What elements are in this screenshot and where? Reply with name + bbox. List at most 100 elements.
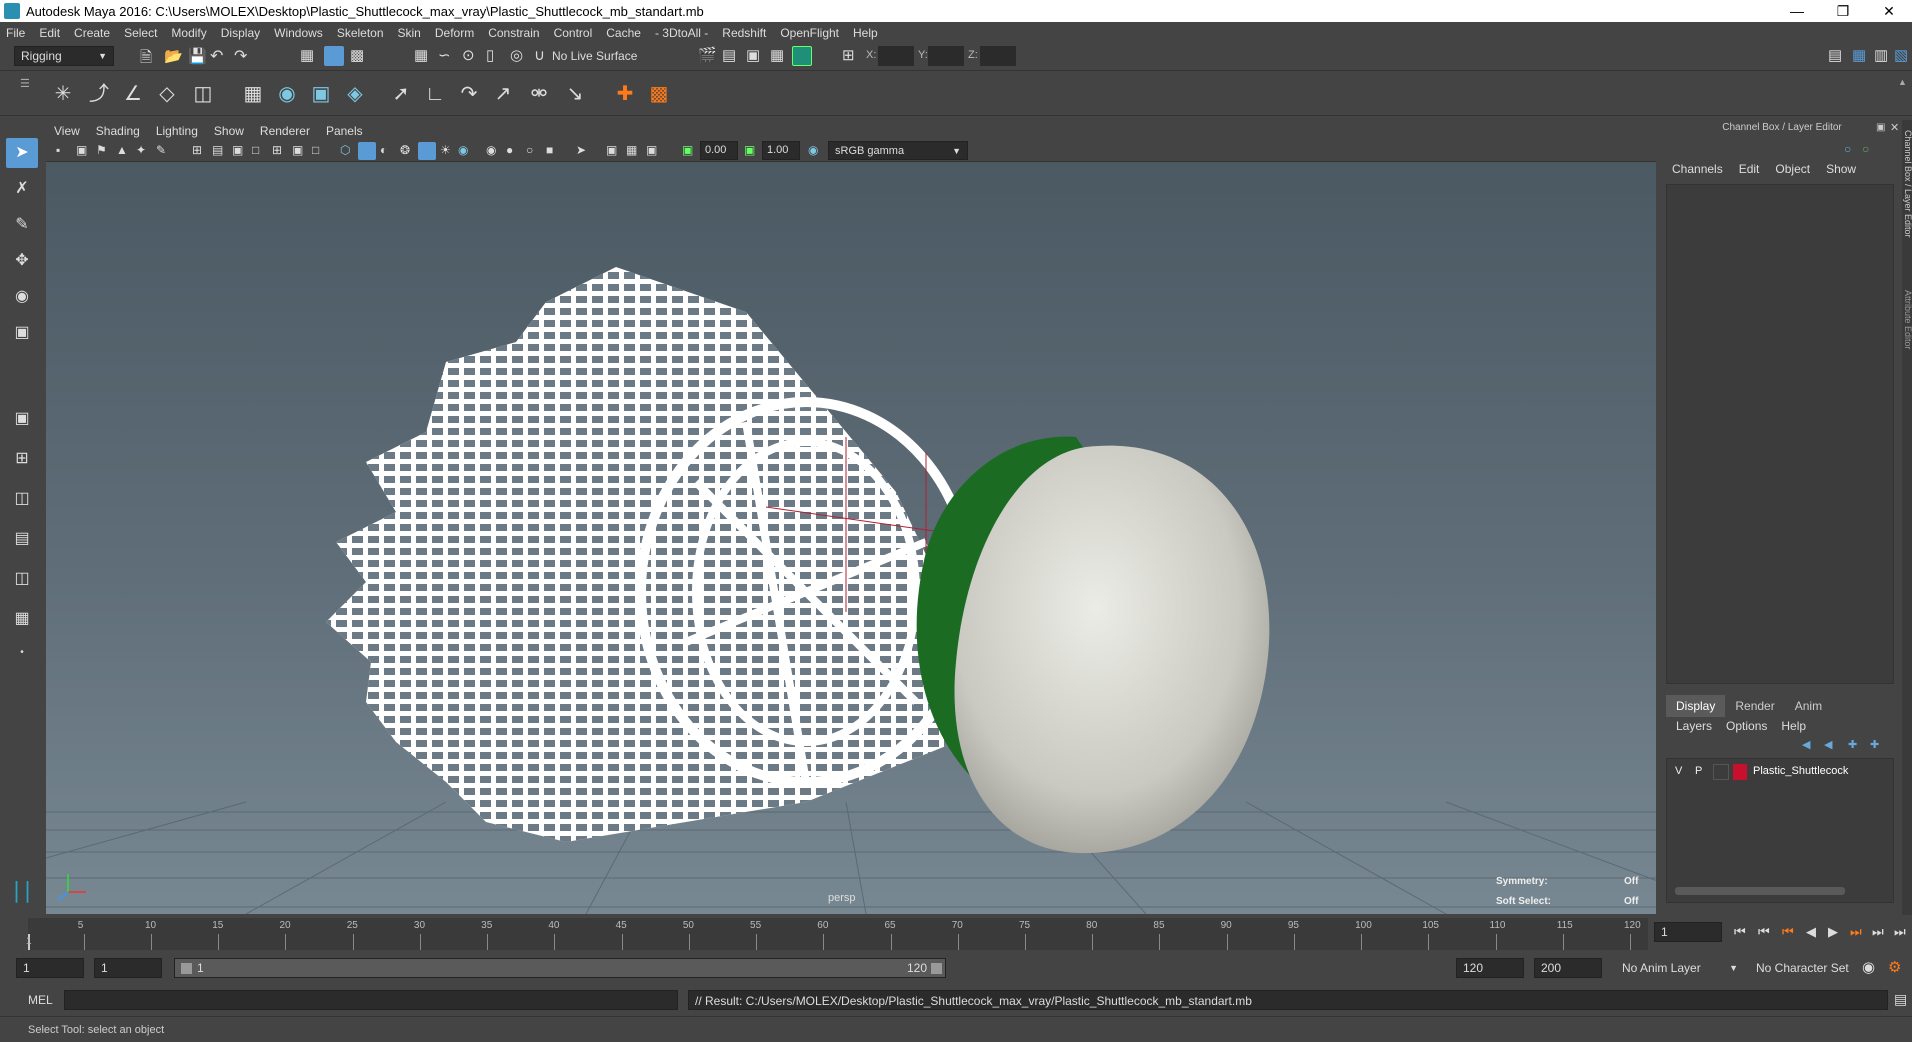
resolution-gate-icon[interactable]: ▣	[232, 143, 243, 157]
layer-menu-layers[interactable]: Layers	[1676, 719, 1712, 733]
menu-edit[interactable]: Edit	[39, 26, 60, 40]
field-chart-icon[interactable]: ⊞	[272, 143, 282, 157]
gate-mask-icon[interactable]: □	[252, 143, 259, 157]
vp-menu-renderer[interactable]: Renderer	[260, 124, 310, 138]
camera-select-icon[interactable]: ▪	[56, 143, 60, 157]
side-tab-attribute-editor[interactable]: Attribute Editor	[1903, 290, 1912, 350]
mode-dropdown[interactable]: Rigging ▼	[14, 46, 114, 66]
current-frame-field[interactable]: 1	[1654, 922, 1722, 942]
xray-icon[interactable]: ▣	[606, 143, 617, 157]
range-slider-bar[interactable]: 1 120	[174, 958, 946, 978]
mirror-joint-icon[interactable]: ◇	[152, 79, 182, 109]
isolate-select-icon[interactable]: ➤	[576, 143, 586, 157]
menu-display[interactable]: Display	[221, 26, 260, 40]
paint-weights-icon[interactable]: ◉	[272, 79, 302, 109]
magnet-icon[interactable]: ∪	[534, 46, 545, 64]
menu-constrain[interactable]: Constrain	[488, 26, 539, 40]
cb-menu-edit[interactable]: Edit	[1739, 162, 1760, 176]
hypershade-icon[interactable]	[792, 46, 812, 66]
layer-type-toggle[interactable]	[1713, 764, 1729, 780]
side-tab-channel-box[interactable]: Channel Box / Layer Editor	[1903, 130, 1912, 238]
step-back-icon[interactable]: ⏮	[1758, 924, 1770, 940]
vp-menu-show[interactable]: Show	[214, 124, 244, 138]
menu-skin[interactable]: Skin	[398, 26, 421, 40]
tab-anim[interactable]: Anim	[1785, 695, 1832, 717]
depth-of-field-icon[interactable]: ■	[546, 143, 553, 157]
restore-icon[interactable]: ❐	[1820, 3, 1866, 20]
playback-start-field[interactable]: 1	[94, 958, 162, 978]
channel-key-icon[interactable]: ○	[1844, 142, 1851, 156]
character-set-dropdown[interactable]: No Character Set	[1750, 958, 1868, 978]
menu-modify[interactable]: Modify	[171, 26, 206, 40]
move-layer-down-icon[interactable]: ◀	[1824, 738, 1832, 751]
new-layer-icon[interactable]: ✚	[1848, 738, 1857, 751]
persp-graph-icon[interactable]: ▤	[6, 524, 38, 554]
orient-joint-icon[interactable]: ◫	[188, 79, 218, 109]
vp-menu-view[interactable]: View	[54, 124, 80, 138]
live-surface-label[interactable]: No Live Surface	[552, 46, 656, 66]
vp-menu-shading[interactable]: Shading	[96, 124, 140, 138]
joint-tool-icon[interactable]: ✳	[48, 79, 78, 109]
channel-box-icon[interactable]: ▧	[1894, 46, 1908, 64]
y-field[interactable]	[928, 46, 964, 66]
step-back-key-icon[interactable]: ⏮	[1782, 924, 1794, 940]
cb-menu-show[interactable]: Show	[1826, 162, 1856, 176]
redo-icon[interactable]: ↷	[234, 46, 247, 66]
scale-tool-icon[interactable]: ▣	[6, 318, 38, 348]
layer-row[interactable]: V P Plastic_Shuttlecock	[1667, 763, 1893, 781]
safe-action-icon[interactable]: ▣	[292, 143, 303, 157]
2d-pan-zoom-icon[interactable]: ✦	[136, 143, 146, 157]
go-to-end-icon[interactable]: ⏭	[1894, 924, 1906, 940]
shelf-scroll-up-icon[interactable]: ▲	[1898, 77, 1907, 87]
snap-view-plane-icon[interactable]: ▯	[486, 46, 494, 64]
tab-render[interactable]: Render	[1725, 695, 1784, 717]
motion-blur-icon[interactable]: ●	[506, 143, 513, 157]
vp-menu-panels[interactable]: Panels	[326, 124, 363, 138]
auto-key-icon[interactable]: ◉	[1862, 958, 1875, 976]
screen-space-ao-icon[interactable]: ◉	[486, 143, 496, 157]
menu-help[interactable]: Help	[853, 26, 878, 40]
layer-playback-toggle[interactable]: P	[1695, 765, 1702, 777]
side-by-side-icon[interactable]: ◫	[6, 484, 38, 514]
step-forward-icon[interactable]: ⏭	[1872, 924, 1884, 940]
layer-menu-options[interactable]: Options	[1726, 719, 1767, 733]
z-field[interactable]	[980, 46, 1016, 66]
toolbox-more-icon[interactable]: •	[6, 638, 38, 668]
layer-name[interactable]: Plastic_Shuttlecock	[1753, 765, 1848, 777]
command-input[interactable]	[64, 990, 678, 1010]
playback-end-field[interactable]: 120	[1456, 958, 1524, 978]
paint-select-icon[interactable]: ✎	[6, 210, 38, 240]
aim-constraint-icon[interactable]: ⚮	[524, 79, 554, 109]
attribute-editor-icon[interactable]: ▦	[1852, 46, 1866, 64]
cluster-handle-icon[interactable]: ▩	[644, 79, 674, 109]
close-panel-icon[interactable]: ✕	[1890, 121, 1899, 134]
layer-visibility-toggle[interactable]: V	[1675, 765, 1682, 777]
single-view-icon[interactable]: ▣	[6, 404, 38, 434]
menu-file[interactable]: File	[6, 26, 25, 40]
xray-components-icon[interactable]: ▣	[646, 143, 657, 157]
menu-cache[interactable]: Cache	[606, 26, 641, 40]
persp-outliner-icon[interactable]: ◫	[6, 564, 38, 594]
gamma-field[interactable]: 1.00	[762, 141, 800, 160]
vp-menu-lighting[interactable]: Lighting	[156, 124, 198, 138]
ipr-render-icon[interactable]: ▣	[746, 46, 760, 64]
pole-vector-icon[interactable]: ↘	[560, 79, 590, 109]
menu-redshift[interactable]: Redshift	[722, 26, 766, 40]
view-transform-dropdown[interactable]: sRGB gamma ▼	[828, 141, 968, 160]
make-live-icon[interactable]: ◎	[510, 46, 523, 64]
transform-coordinates-icon[interactable]: ⊞	[842, 46, 855, 64]
lattice-icon[interactable]: ▣	[306, 79, 336, 109]
new-layer-selected-icon[interactable]: ✚	[1870, 738, 1879, 751]
render-view-icon[interactable]: ▤	[722, 46, 736, 64]
cb-menu-object[interactable]: Object	[1775, 162, 1810, 176]
shelf-menu-icon[interactable]: ☰	[20, 77, 30, 90]
snap-curve-icon[interactable]: ∽	[438, 46, 451, 64]
float-panel-icon[interactable]: ▣	[1876, 122, 1885, 133]
snap-point-icon[interactable]: ⊙	[462, 46, 475, 64]
save-scene-icon[interactable]: 💾	[188, 47, 207, 65]
menu-windows[interactable]: Windows	[274, 26, 323, 40]
anim-layer-dropdown[interactable]: No Anim Layer ▼	[1616, 958, 1744, 978]
camera-attributes-icon[interactable]: ▣	[76, 143, 87, 157]
tab-display[interactable]: Display	[1666, 695, 1726, 717]
color-management-icon[interactable]: ◉	[808, 143, 818, 157]
